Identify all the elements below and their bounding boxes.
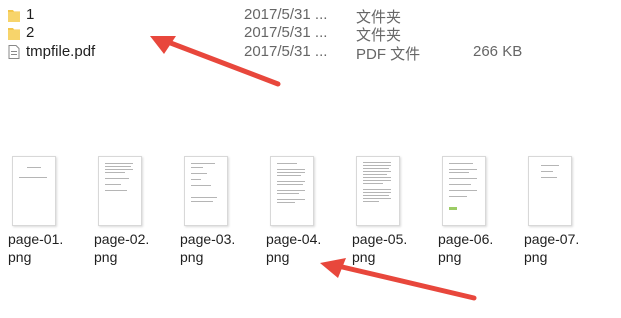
thumbnail-page-05[interactable]: page-05.png <box>344 156 424 266</box>
thumbnail-label: page-01.png <box>8 231 64 265</box>
page-thumbnail-image <box>270 156 314 226</box>
file-type: PDF 文件 <box>356 46 421 63</box>
thumbnail-label: page-03.png <box>180 231 236 265</box>
thumbnail-page-06[interactable]: page-06.png <box>430 156 510 266</box>
page-thumbnail-image <box>98 156 142 226</box>
thumbnail-page-02[interactable]: page-02.png <box>86 156 166 266</box>
file-name: 2 <box>26 24 35 41</box>
thumbnail-label: page-04.png <box>266 231 322 265</box>
thumbnail-page-04[interactable]: page-04.png <box>258 156 338 266</box>
file-name: 1 <box>26 6 35 23</box>
file-name: tmpfile.pdf <box>26 43 96 60</box>
page-thumbnail-image <box>528 156 572 226</box>
folder-icon <box>8 8 20 22</box>
pdf-file-icon <box>8 45 20 59</box>
file-row-folder-1[interactable]: 1 2017/5/31 ... 文件夹 <box>0 6 621 26</box>
thumbnail-page-03[interactable]: page-03.png <box>172 156 252 266</box>
thumbnail-page-07[interactable]: page-07.png <box>516 156 596 266</box>
thumbnail-label: page-07.png <box>524 231 580 265</box>
page-thumbnail-image <box>442 156 486 226</box>
thumbnail-label: page-06.png <box>438 231 494 265</box>
file-date: 2017/5/31 ... <box>244 43 328 60</box>
file-row-tmpfile-pdf[interactable]: tmpfile.pdf 2017/5/31 ... PDF 文件 266 KB <box>0 43 621 63</box>
file-row-folder-2[interactable]: 2 2017/5/31 ... 文件夹 <box>0 24 621 44</box>
thumbnail-label: page-02.png <box>94 231 150 265</box>
file-type: 文件夹 <box>356 27 402 44</box>
file-date: 2017/5/31 ... <box>244 6 328 23</box>
thumbnail-label: page-05.png <box>352 231 408 265</box>
folder-icon <box>8 26 20 40</box>
page-thumbnail-image <box>184 156 228 226</box>
page-thumbnail-image <box>356 156 400 226</box>
page-thumbnail-image <box>12 156 56 226</box>
file-date: 2017/5/31 ... <box>244 24 328 41</box>
thumbnail-page-01[interactable]: page-01.png <box>0 156 80 266</box>
file-size: 266 KB <box>473 43 523 60</box>
